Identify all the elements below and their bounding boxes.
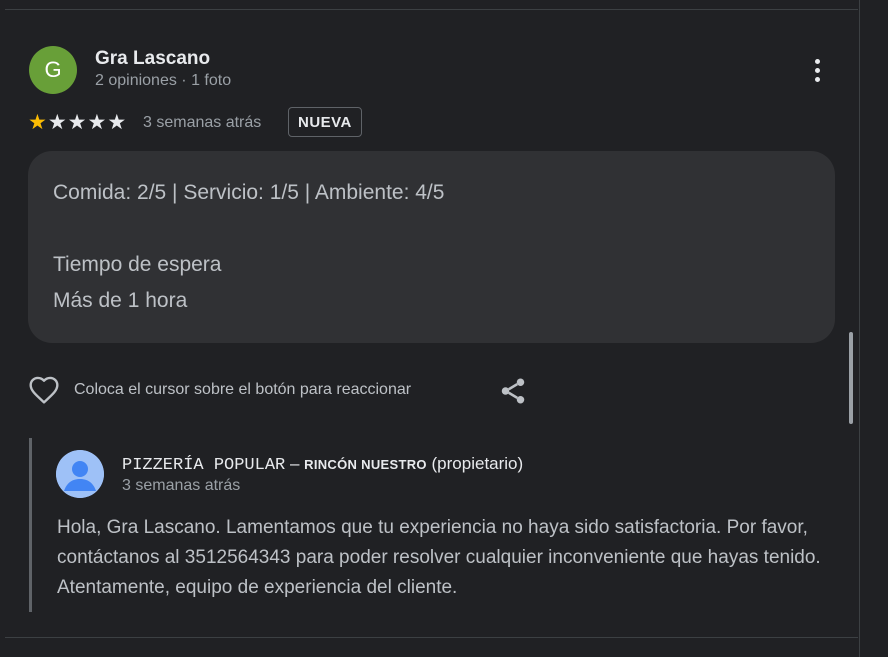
rating-stars: ★ ★ ★ ★ ★ [28, 111, 126, 135]
more-vert-icon[interactable] [801, 53, 833, 87]
side-gutter [860, 0, 888, 657]
review-line: Comida: 2/5 | Servicio: 1/5 | Ambiente: … [53, 181, 445, 204]
business-name: PIZZERÍA POPULAR [122, 456, 286, 475]
review-line: Más de 1 hora [53, 289, 188, 312]
owner-response-bar [29, 438, 32, 612]
review-line: Tiempo de espera [53, 253, 222, 276]
scrollbar-thumb[interactable] [849, 332, 853, 424]
business-location: RINCÓN NUESTRO [304, 457, 427, 472]
owner-role: (propietario) [426, 454, 524, 473]
new-badge: NUEVA [288, 107, 362, 137]
star-icon: ★ [107, 111, 127, 134]
review-text-box: Comida: 2/5 | Servicio: 1/5 | Ambiente: … [28, 151, 835, 343]
owner-avatar[interactable] [56, 450, 104, 498]
react-hint: Coloca el cursor sobre el botón para rea… [74, 381, 412, 398]
divider-top [5, 9, 858, 10]
divider-bottom [5, 637, 858, 638]
owner-response-text: Hola, Gra Lascano. Lamentamos que tu exp… [57, 517, 821, 598]
heart-icon[interactable] [27, 375, 61, 407]
owner-response-date: 3 semanas atrás [122, 477, 241, 494]
author-meta: 2 opiniones · 1 foto [95, 72, 232, 89]
name-dash: – [285, 454, 305, 473]
review-date: 3 semanas atrás [143, 114, 262, 131]
person-icon [56, 450, 104, 498]
owner-name: PIZZERÍA POPULAR – RINCÓN NUESTRO (propi… [122, 454, 523, 475]
author-avatar[interactable]: G [29, 46, 77, 94]
star-icon: ★ [47, 111, 67, 134]
author-name[interactable]: Gra Lascano [95, 48, 210, 70]
star-icon: ★ [28, 111, 47, 134]
review-panel: G Gra Lascano 2 opiniones · 1 foto ★ ★ ★… [0, 0, 860, 657]
star-icon: ★ [67, 111, 87, 134]
star-icon: ★ [87, 111, 107, 134]
share-icon[interactable] [498, 376, 528, 406]
